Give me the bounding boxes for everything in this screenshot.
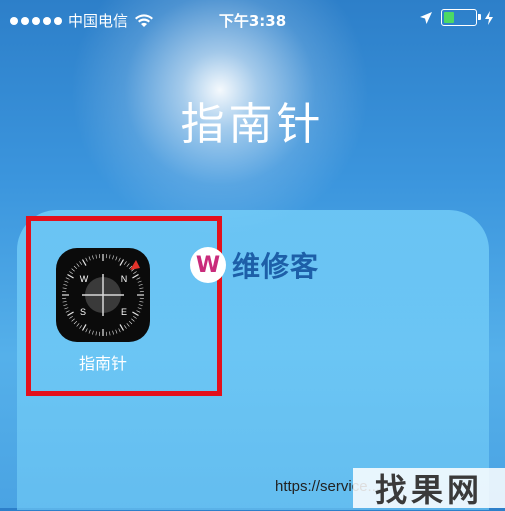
- highlight-box: [26, 216, 222, 396]
- folder-title[interactable]: 指南针: [0, 88, 505, 152]
- charging-bolt-icon: [485, 11, 493, 25]
- location-arrow-icon: [419, 11, 433, 25]
- battery-fill: [444, 12, 454, 23]
- watermark-text: 维修客: [232, 245, 319, 285]
- status-bar: 中国电信 下午3:38: [0, 0, 505, 40]
- corner-logo-text: 找果网: [375, 465, 483, 511]
- watermark: W 维修客: [190, 245, 319, 285]
- battery-icon: [441, 9, 477, 26]
- status-right: [419, 9, 493, 26]
- watermark-logo: W: [190, 247, 226, 283]
- corner-logo: 找果网: [353, 468, 505, 508]
